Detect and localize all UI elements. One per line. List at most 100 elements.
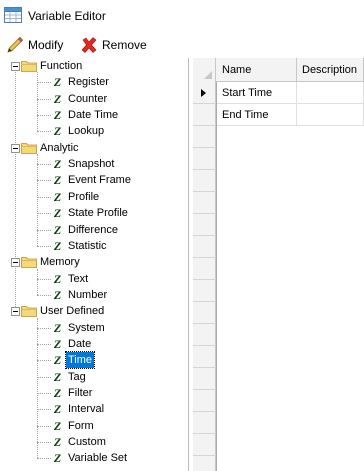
tree-item-label[interactable]: Interval <box>66 401 106 417</box>
tree-item[interactable]: Z Number <box>0 287 188 303</box>
tree-item-label[interactable]: Custom <box>66 434 108 450</box>
tree-item-label[interactable]: Date Time <box>66 107 120 123</box>
tree-item-label[interactable]: Event Frame <box>66 172 133 188</box>
tree-item-label[interactable]: Variable Set <box>66 450 129 466</box>
row-header-divider <box>193 235 216 236</box>
tree-item-label[interactable]: Difference <box>66 222 120 238</box>
tree-item-label[interactable]: System <box>66 320 107 336</box>
row-header-divider <box>193 257 216 258</box>
tree-connector <box>37 98 51 100</box>
tree-item-label[interactable]: Profile <box>66 189 101 205</box>
tree-item-label[interactable]: Time <box>64 351 96 370</box>
tree-item[interactable]: Z Register <box>0 74 188 90</box>
tree-item[interactable]: Z Custom <box>0 434 188 450</box>
cell-name[interactable]: Start Time <box>217 82 297 104</box>
tree-group-label[interactable]: Function <box>38 58 84 74</box>
tree-connector <box>37 317 38 459</box>
tree-group[interactable]: Analytic <box>0 140 188 156</box>
tree-connector <box>37 294 51 296</box>
tree-item-label[interactable]: State Profile <box>66 205 130 221</box>
pencil-icon <box>7 36 24 53</box>
table-row[interactable]: Start Time <box>217 82 364 104</box>
current-row-arrow-icon <box>201 89 206 97</box>
collapse-toggle-icon[interactable] <box>11 143 20 153</box>
tree-item[interactable]: Z Variable Set <box>0 450 188 466</box>
tree-connector <box>37 278 51 280</box>
column-header-description[interactable]: Description <box>297 58 364 82</box>
modify-button[interactable]: Modify <box>6 35 63 55</box>
tree-item[interactable]: Z Difference <box>0 222 188 238</box>
variable-z-icon: Z <box>53 369 62 384</box>
row-header-divider <box>193 125 216 126</box>
tree-item[interactable]: Z Date <box>0 336 188 352</box>
tree-connector <box>37 343 51 345</box>
tree-connector <box>37 327 51 329</box>
tree-item-label[interactable]: Filter <box>66 385 94 401</box>
table-row[interactable]: End Time <box>217 104 364 126</box>
variable-z-icon: Z <box>53 91 62 106</box>
variable-z-icon: Z <box>53 157 62 172</box>
row-header-divider <box>193 169 216 170</box>
tree-group-label[interactable]: Memory <box>38 254 82 270</box>
remove-button[interactable]: Remove <box>80 35 147 55</box>
variable-z-icon: Z <box>53 222 62 237</box>
tree-item-label[interactable]: Date <box>66 336 93 352</box>
tree-item-label[interactable]: Snapshot <box>66 156 116 172</box>
folder-icon <box>21 257 37 269</box>
cell-name[interactable]: End Time <box>217 104 297 126</box>
tree-item-label[interactable]: Text <box>66 271 90 287</box>
tree-connector <box>37 442 51 444</box>
tree-item[interactable]: Z Statistic <box>0 238 188 254</box>
row-header-divider <box>193 367 216 368</box>
variable-tree[interactable]: Function Z Register Z Counter Z Date Time Z Look… <box>0 58 189 471</box>
tree-item[interactable]: Z Filter <box>0 385 188 401</box>
column-header-name[interactable]: Name <box>217 58 297 82</box>
tree-item-label[interactable]: Counter <box>66 91 109 107</box>
tree-item-label[interactable]: Tag <box>66 369 88 385</box>
tree-group[interactable]: Function <box>0 58 188 74</box>
tree-connector <box>37 164 51 166</box>
tree-connector <box>37 180 51 182</box>
tree-item-label[interactable]: Statistic <box>66 238 109 254</box>
tree-group[interactable]: Memory <box>0 254 188 270</box>
tree-item[interactable]: Z Snapshot <box>0 156 188 172</box>
tree-item[interactable]: Z Profile <box>0 189 188 205</box>
tree-group-label[interactable]: Analytic <box>38 140 81 156</box>
select-all-corner[interactable] <box>193 58 216 82</box>
variable-z-icon: Z <box>53 287 62 302</box>
cell-description[interactable] <box>297 82 364 104</box>
variable-z-icon: Z <box>53 402 62 417</box>
modify-label: Modify <box>28 38 64 52</box>
variable-z-icon: Z <box>53 75 62 90</box>
tree-item[interactable]: Z Tag <box>0 369 188 385</box>
variable-z-icon: Z <box>53 418 62 433</box>
tree-item[interactable]: Z Interval <box>0 401 188 417</box>
tree-item[interactable]: Z Lookup <box>0 123 188 139</box>
variables-grid[interactable]: Name Description Start Time End Time <box>193 58 364 471</box>
tree-item[interactable]: Z Counter <box>0 91 188 107</box>
tree-item[interactable]: Z Time <box>0 351 188 370</box>
tree-group[interactable]: User Defined <box>0 303 188 319</box>
tree-group-label[interactable]: User Defined <box>38 303 106 319</box>
tree-item[interactable]: Z Text <box>0 271 188 287</box>
cell-description[interactable] <box>297 104 364 126</box>
variable-z-icon: Z <box>53 336 62 351</box>
collapse-toggle-icon[interactable] <box>11 307 20 317</box>
toolbar: Modify Remove <box>0 32 364 58</box>
row-header-divider <box>193 389 216 390</box>
tree-item[interactable]: Z Form <box>0 418 188 434</box>
row-header-divider <box>193 279 216 280</box>
tree-item-label[interactable]: Number <box>66 287 109 303</box>
tree-item-label[interactable]: Register <box>66 74 111 90</box>
tree-item[interactable]: Z Event Frame <box>0 172 188 188</box>
tree-item[interactable]: Z State Profile <box>0 205 188 221</box>
tree-connector <box>37 131 51 133</box>
collapse-toggle-icon[interactable] <box>11 62 20 71</box>
row-header-divider <box>193 191 216 192</box>
tree-item-label[interactable]: Lookup <box>66 123 106 139</box>
tree-item[interactable]: Z System <box>0 320 188 336</box>
tree-item[interactable]: Z Date Time <box>0 107 188 123</box>
collapse-toggle-icon[interactable] <box>11 258 20 268</box>
window-title: Variable Editor <box>28 9 106 23</box>
tree-item-label[interactable]: Form <box>66 418 96 434</box>
